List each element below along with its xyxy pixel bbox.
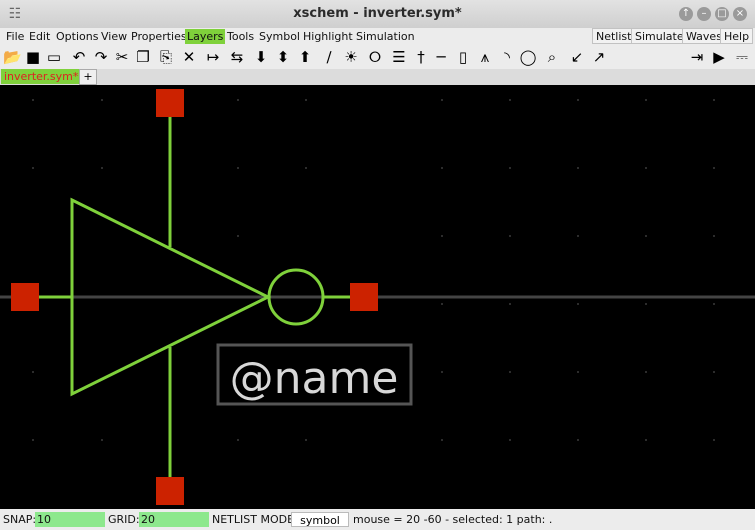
circle-icon[interactable]: ◯	[519, 48, 537, 66]
menu-view[interactable]: View	[99, 29, 129, 44]
menu-layers[interactable]: Layers	[185, 29, 226, 44]
open-icon[interactable]: 📂	[3, 48, 22, 66]
menu-file[interactable]: File	[4, 29, 26, 44]
menu-tools[interactable]: Tools	[225, 29, 256, 44]
delete-icon[interactable]: ✕	[180, 48, 198, 66]
minimize-icon[interactable]: –	[697, 7, 711, 21]
redo-icon[interactable]: ↷	[92, 48, 110, 66]
menu-symbol[interactable]: Symbol	[257, 29, 302, 44]
pen-icon[interactable]: ∕	[320, 48, 338, 66]
pop-icon[interactable]: ⬆	[296, 48, 314, 66]
menu-edit[interactable]: Edit	[27, 29, 52, 44]
pin-icon[interactable]: †	[412, 48, 430, 66]
title-bar: ☷ xschem - inverter.sym* ↑ – □ ×	[0, 0, 755, 29]
close-icon[interactable]: ×	[733, 7, 747, 21]
netlist-button[interactable]: Netlist	[592, 28, 636, 44]
mouse-status: mouse = 20 -60 - selected: 1 path: .	[353, 513, 553, 526]
menu-bar: File Edit Options View Properties Layers…	[0, 28, 755, 45]
netlist-mode-value[interactable]: symbol	[291, 512, 349, 527]
window-title: xschem - inverter.sym*	[293, 6, 462, 21]
pin-bottom[interactable]	[156, 477, 184, 505]
status-bar: SNAP: 10 GRID: 20 NETLIST MODE: symbol m…	[0, 509, 755, 530]
menu-properties[interactable]: Properties	[129, 29, 189, 44]
menu-simulation[interactable]: Simulation	[354, 29, 417, 44]
arc-icon[interactable]: ◝	[498, 48, 516, 66]
paste-icon[interactable]: ⎘	[157, 48, 175, 66]
zoom-icon[interactable]: ⌕	[543, 48, 561, 66]
play-icon[interactable]: ▶	[710, 48, 728, 66]
copy-icon[interactable]: ❐	[134, 48, 152, 66]
line-icon[interactable]: ─	[432, 48, 450, 66]
zoom-out-icon[interactable]: ↗	[590, 48, 608, 66]
snap-label: SNAP:	[3, 513, 37, 526]
save-icon[interactable]: ■	[24, 48, 42, 66]
grid-input[interactable]: 20	[139, 512, 209, 527]
zoom-in-icon[interactable]: ↙	[568, 48, 586, 66]
polygon-icon[interactable]: ⩚	[476, 48, 494, 66]
add-tab-button[interactable]: +	[79, 69, 97, 85]
name-label: @name	[230, 353, 399, 404]
rect-icon[interactable]: ▯	[454, 48, 472, 66]
pin-top[interactable]	[156, 89, 184, 117]
simulate-button[interactable]: Simulate	[631, 28, 688, 44]
maximize-up-icon[interactable]: ↑	[679, 7, 693, 21]
pull-icon[interactable]: ⬍	[274, 48, 292, 66]
pin-input[interactable]	[11, 283, 39, 311]
swap-icon[interactable]: ⇆	[228, 48, 246, 66]
pin-output[interactable]	[350, 283, 378, 311]
menu-highlight[interactable]: Highlight	[301, 29, 355, 44]
snap-input[interactable]: 10	[35, 512, 105, 527]
undo-icon[interactable]: ↶	[70, 48, 88, 66]
tab-bar: inverter.sym* +	[0, 69, 755, 85]
netlist-out-icon[interactable]: ⇥	[688, 48, 706, 66]
reload-icon[interactable]: ▭	[45, 48, 63, 66]
text-icon[interactable]: ☰	[390, 48, 408, 66]
schematic-canvas[interactable]: @name	[0, 85, 755, 509]
help-button[interactable]: Help	[720, 28, 754, 44]
move-icon[interactable]: ↦	[204, 48, 222, 66]
lamp-icon[interactable]: ☀	[342, 48, 360, 66]
push-icon[interactable]: ⬇	[252, 48, 270, 66]
netlist-mode-label: NETLIST MODE:	[212, 513, 298, 526]
toolbar: 📂 ■ ▭ ↶ ↷ ✂ ❐ ⎘ ✕ ↦ ⇆ ⬇ ⬍ ⬆ ∕ ☀ ⭘ ☰ † ─ …	[0, 45, 755, 70]
tab-inverter-sym[interactable]: inverter.sym*	[1, 69, 82, 84]
waveform-icon[interactable]: ⎓	[733, 48, 751, 66]
grid-label: GRID:	[108, 513, 140, 526]
gate-icon[interactable]: ⭘	[366, 48, 384, 66]
cut-icon[interactable]: ✂	[113, 48, 131, 66]
symbol-drawing[interactable]: @name	[0, 85, 755, 509]
menu-options[interactable]: Options	[54, 29, 100, 44]
restore-icon[interactable]: □	[715, 7, 729, 21]
